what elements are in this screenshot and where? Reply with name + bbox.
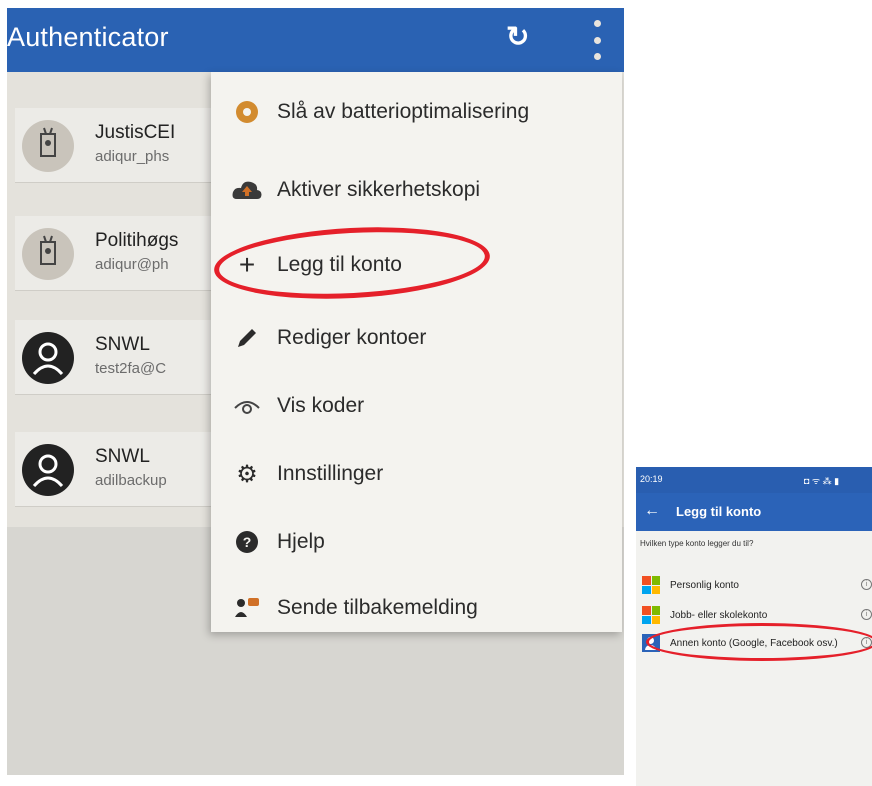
feedback-icon bbox=[225, 595, 269, 621]
account-item[interactable]: SNWL adilbackup bbox=[15, 432, 243, 507]
left-phone-photo: Authenticator ↻ JustisCEI adiqur_phs Pol… bbox=[7, 8, 624, 775]
status-time: 20:19 bbox=[640, 474, 663, 484]
info-icon[interactable]: i bbox=[861, 579, 872, 590]
pencil-icon bbox=[225, 326, 269, 350]
menu-item-feedback[interactable]: Sende tilbakemelding bbox=[211, 578, 622, 638]
svg-text:?: ? bbox=[243, 534, 252, 550]
menu-item-settings[interactable]: ⚙ Innstillinger bbox=[211, 444, 622, 504]
badge-icon bbox=[22, 228, 74, 280]
account-email: adiqur_phs bbox=[95, 148, 170, 165]
menu-item-show-codes[interactable]: Vis koder bbox=[211, 376, 622, 436]
account-email: adilbackup bbox=[95, 472, 167, 489]
question-text: Hvilken type konto legger du til? bbox=[640, 539, 754, 548]
status-indicators: ◘ ᯤ ⁂ ▮ bbox=[804, 476, 840, 486]
microsoft-logo-icon bbox=[642, 576, 660, 594]
account-name: Politihøgs bbox=[95, 230, 179, 251]
help-icon: ? bbox=[225, 530, 269, 554]
microsoft-logo-icon bbox=[642, 606, 660, 624]
account-name: JustisCEI bbox=[95, 122, 176, 143]
account-name: SNWL bbox=[95, 334, 150, 355]
cloud-upload-icon bbox=[225, 177, 269, 203]
eye-icon bbox=[225, 396, 269, 416]
battery-gear-icon bbox=[225, 97, 269, 127]
back-arrow-icon[interactable]: ← bbox=[644, 502, 660, 520]
highlight-ring bbox=[646, 623, 872, 661]
info-icon[interactable]: i bbox=[861, 609, 872, 620]
app-bar: Authenticator ↻ bbox=[7, 8, 624, 72]
account-item[interactable]: SNWL test2fa@C bbox=[15, 320, 243, 395]
menu-item-battery[interactable]: Slå av batterioptimalisering bbox=[211, 82, 622, 142]
status-bar: 20:19 ◘ ᯤ ⁂ ▮ bbox=[636, 467, 872, 493]
badge-icon bbox=[22, 120, 74, 172]
overflow-menu: Slå av batterioptimalisering Aktiver sik… bbox=[211, 72, 622, 632]
refresh-icon[interactable]: ↻ bbox=[506, 20, 529, 53]
account-item[interactable]: Politihøgs adiqur@ph bbox=[15, 216, 243, 291]
account-name: SNWL bbox=[95, 446, 150, 467]
app-title: Authenticator bbox=[7, 22, 169, 52]
page-title: Legg til konto bbox=[676, 504, 762, 519]
option-personal-account[interactable]: Personlig konto i bbox=[636, 571, 872, 599]
person-icon bbox=[22, 444, 74, 496]
menu-item-help[interactable]: ? Hjelp bbox=[211, 512, 622, 572]
right-phone-photo: 20:19 ◘ ᯤ ⁂ ▮ ← Legg til konto Hvilken t… bbox=[636, 467, 872, 786]
menu-item-backup[interactable]: Aktiver sikkerhetskopi bbox=[211, 160, 622, 220]
add-account-app-bar: ← Legg til konto bbox=[636, 493, 872, 531]
gear-icon: ⚙ bbox=[236, 460, 258, 488]
account-email: adiqur@ph bbox=[95, 256, 169, 273]
menu-item-edit-accounts[interactable]: Rediger kontoer bbox=[211, 308, 622, 368]
person-icon bbox=[22, 332, 74, 384]
account-item[interactable]: JustisCEI adiqur_phs bbox=[15, 108, 243, 183]
more-vert-icon[interactable] bbox=[590, 20, 604, 60]
account-email: test2fa@C bbox=[95, 360, 167, 377]
